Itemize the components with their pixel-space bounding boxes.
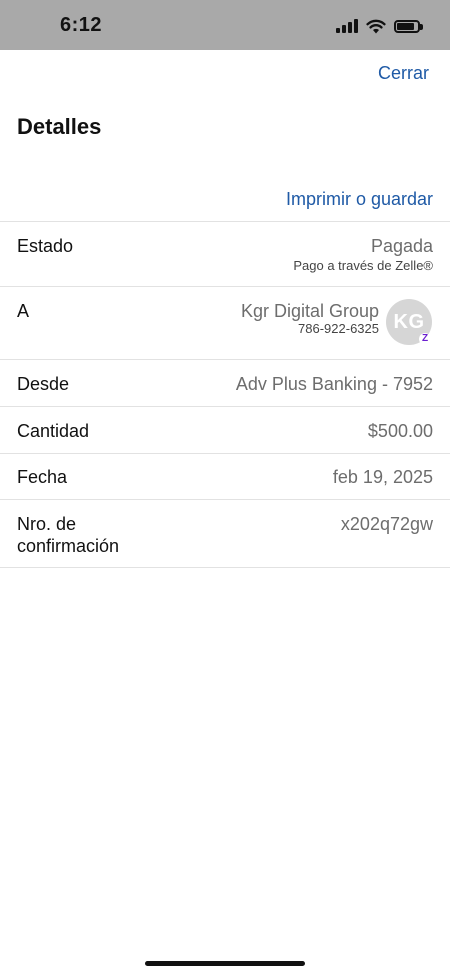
cellular-signal-icon (336, 19, 358, 33)
status-icons (336, 16, 423, 36)
status-bar: 6:12 (0, 0, 450, 50)
from-value: Adv Plus Banking - 7952 (235, 374, 433, 394)
zelle-badge-letter: Z (421, 333, 429, 344)
page-title: Detalles (17, 114, 102, 139)
divider (0, 567, 450, 568)
date-label: Fecha (17, 467, 68, 487)
divider (0, 499, 450, 500)
recipient-phone: 786-922-6325 (298, 321, 379, 336)
avatar-initials: KG (393, 310, 425, 333)
amount-value: $500.00 (367, 421, 433, 441)
divider (0, 221, 450, 222)
recipient-label: A (17, 301, 30, 321)
status-label: Estado (17, 236, 74, 256)
status-value: Pagada (370, 236, 433, 256)
confirmation-label-line2: confirmación (17, 536, 120, 556)
print-or-save-link[interactable]: Imprimir o guardar (286, 189, 433, 210)
status-sub: Pago a través de Zelle® (293, 258, 433, 273)
amount-label: Cantidad (17, 421, 90, 441)
home-indicator[interactable] (145, 961, 305, 966)
from-label: Desde (17, 374, 70, 394)
divider (0, 359, 450, 360)
date-value: feb 19, 2025 (332, 467, 433, 487)
close-button[interactable]: Cerrar (378, 63, 429, 84)
zelle-badge-icon: Z (419, 333, 431, 345)
details-screen: 6:12 Cerrar Detalles Imprimir o guardar (0, 0, 450, 975)
status-time: 6:12 (60, 14, 103, 36)
divider (0, 406, 450, 407)
confirmation-label-line1: Nro. de (17, 514, 77, 534)
wifi-icon (366, 19, 386, 33)
divider (0, 453, 450, 454)
battery-icon (394, 19, 423, 33)
divider (0, 286, 450, 287)
confirmation-value: x202q72gw (340, 514, 433, 534)
recipient-name: Kgr Digital Group (240, 301, 379, 321)
